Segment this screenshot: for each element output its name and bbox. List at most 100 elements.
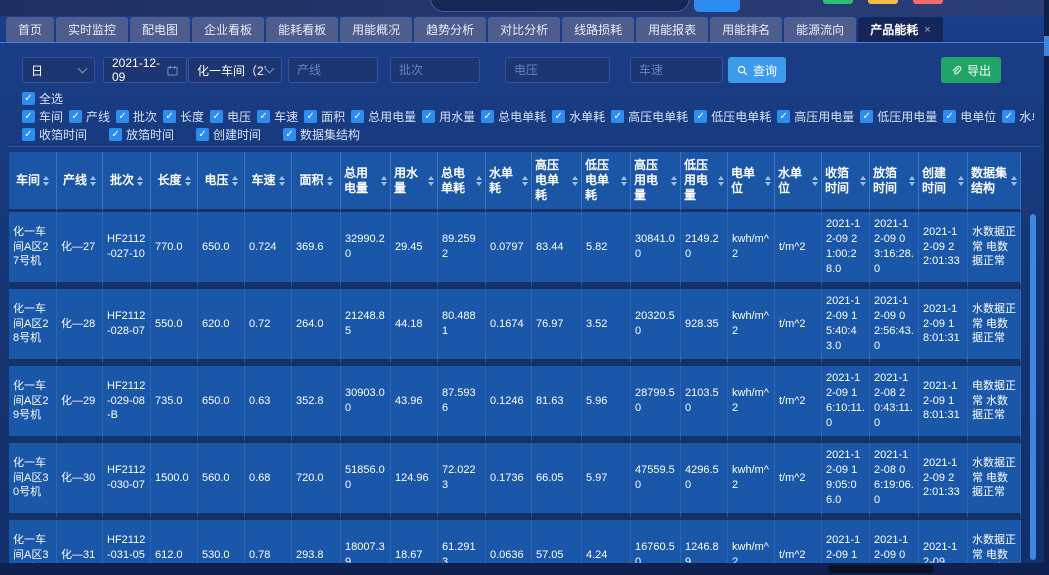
sort-icon[interactable]	[137, 176, 143, 186]
sort-icon[interactable]	[572, 176, 578, 186]
toggle-产线[interactable]: ✓产线	[69, 108, 110, 125]
toggle-总电单耗[interactable]: ✓总电单耗	[481, 108, 546, 125]
tab-用能概况[interactable]: 用能概况	[340, 17, 412, 43]
column-header-创建时间[interactable]: 创建时间	[919, 152, 968, 212]
column-header-总用电量[interactable]: 总用电量	[341, 152, 391, 212]
toggle-select-all[interactable]: ✓ 全选	[22, 90, 63, 107]
toggle-车速[interactable]: ✓车速	[257, 108, 298, 125]
toggle-低压电单耗[interactable]: ✓低压电单耗	[694, 108, 771, 125]
sort-icon[interactable]	[232, 176, 238, 186]
sort-icon[interactable]	[90, 176, 96, 186]
sort-icon[interactable]	[279, 176, 285, 186]
tab-能耗看板[interactable]: 能耗看板	[266, 17, 338, 43]
toggle-车间[interactable]: ✓车间	[22, 108, 63, 125]
toggle-高压用电量[interactable]: ✓高压用电量	[777, 108, 854, 125]
table-cell: 369.6	[292, 212, 341, 289]
column-header-收箔时间[interactable]: 收箔时间	[822, 152, 870, 212]
browser-scrollbar-thumb[interactable]	[1044, 36, 1049, 56]
tab-产品能耗[interactable]: 产品能耗×	[858, 17, 942, 43]
tab-实时监控[interactable]: 实时监控	[56, 17, 128, 43]
column-header-低压电单耗[interactable]: 低压电单耗	[582, 152, 631, 212]
toggle-创建时间[interactable]: ✓创建时间	[196, 126, 261, 143]
column-header-低压用电量[interactable]: 低压用电量	[681, 152, 728, 212]
checkbox-label: 车速	[274, 108, 298, 125]
sort-icon[interactable]	[522, 176, 528, 186]
table-cell: 4296.50	[681, 443, 728, 520]
horizontal-scrollbar-thumb[interactable]	[828, 565, 934, 573]
toggle-批次[interactable]: ✓批次	[116, 108, 157, 125]
column-header-电单位[interactable]: 电单位	[728, 152, 775, 212]
sort-icon[interactable]	[381, 176, 387, 186]
tab-label: 趋势分析	[426, 17, 474, 43]
sort-icon[interactable]	[327, 176, 333, 186]
column-header-label: 数据集结构	[971, 166, 1008, 196]
sort-icon[interactable]	[621, 176, 627, 186]
tab-能源流向[interactable]: 能源流向	[784, 17, 856, 43]
tab-趋势分析[interactable]: 趋势分析	[414, 17, 486, 43]
column-header-放箔时间[interactable]: 放箔时间	[870, 152, 919, 212]
tab-线路损耗[interactable]: 线路损耗	[562, 17, 634, 43]
column-header-水单耗[interactable]: 水单耗	[486, 152, 532, 212]
column-header-批次[interactable]: 批次	[103, 152, 151, 212]
tab-close-icon[interactable]: ×	[924, 17, 930, 43]
toggle-放箔时间[interactable]: ✓放箔时间	[109, 126, 174, 143]
column-header-产线[interactable]: 产线	[57, 152, 103, 212]
toggle-收箔时间[interactable]: ✓收箔时间	[22, 126, 87, 143]
column-header-车间[interactable]: 车间	[9, 152, 57, 212]
tab-首页[interactable]: 首页	[6, 17, 54, 43]
column-header-cell: 水单耗	[489, 166, 528, 196]
toggle-低压用电量[interactable]: ✓低压用电量	[860, 108, 937, 125]
sort-icon[interactable]	[476, 176, 482, 186]
sort-icon[interactable]	[812, 176, 818, 186]
column-header-电压[interactable]: 电压	[198, 152, 245, 212]
period-select[interactable]: 日	[22, 57, 95, 83]
column-header-长度[interactable]: 长度	[151, 152, 198, 212]
toggle-总用电量[interactable]: ✓总用电量	[351, 108, 416, 125]
date-picker[interactable]: 2021-12-09	[103, 57, 187, 83]
toggle-电压[interactable]: ✓电压	[210, 108, 251, 125]
column-header-水单位[interactable]: 水单位	[775, 152, 822, 212]
workshop-select[interactable]: 化一车间（27-6...	[188, 57, 282, 83]
sort-icon[interactable]	[958, 176, 964, 186]
sort-icon[interactable]	[765, 176, 771, 186]
checkbox-label: 总电单耗	[498, 108, 546, 125]
export-button[interactable]: 导出	[941, 57, 1001, 83]
toggle-高压电单耗[interactable]: ✓高压电单耗	[611, 108, 688, 125]
voltage-input[interactable]	[514, 63, 601, 77]
column-header-用水量[interactable]: 用水量	[391, 152, 438, 212]
sort-icon[interactable]	[428, 176, 434, 186]
tab-配电图[interactable]: 配电图	[130, 17, 190, 43]
sort-icon[interactable]	[1011, 176, 1017, 186]
sort-icon[interactable]	[43, 176, 49, 186]
vertical-scrollbar[interactable]	[1030, 214, 1036, 560]
sort-icon[interactable]	[860, 176, 866, 186]
toggle-水单位[interactable]: ✓水单位	[1002, 108, 1034, 125]
sort-icon[interactable]	[909, 176, 915, 186]
sort-icon[interactable]	[185, 176, 191, 186]
toggle-水单耗[interactable]: ✓水单耗	[552, 108, 605, 125]
address-bar-button[interactable]	[694, 0, 740, 12]
toggle-面积[interactable]: ✓面积	[304, 108, 345, 125]
tab-用能排名[interactable]: 用能排名	[710, 17, 782, 43]
column-header-数据集结构[interactable]: 数据集结构	[968, 152, 1021, 212]
address-bar[interactable]	[430, 0, 690, 12]
checkbox-label: 长度	[180, 108, 204, 125]
tab-用能报表[interactable]: 用能报表	[636, 17, 708, 43]
toggle-数据集结构[interactable]: ✓数据集结构	[283, 126, 360, 143]
tab-对比分析[interactable]: 对比分析	[488, 17, 560, 43]
toggle-长度[interactable]: ✓长度	[163, 108, 204, 125]
tab-企业看板[interactable]: 企业看板	[192, 17, 264, 43]
speed-input[interactable]	[639, 63, 714, 77]
toggle-用水量[interactable]: ✓用水量	[422, 108, 475, 125]
toggle-电单位[interactable]: ✓电单位	[943, 108, 996, 125]
sort-icon[interactable]	[718, 176, 724, 186]
line-input[interactable]	[297, 63, 369, 77]
sort-icon[interactable]	[671, 176, 677, 186]
batch-input[interactable]	[399, 63, 471, 77]
column-header-高压电单耗[interactable]: 高压电单耗	[532, 152, 582, 212]
query-button[interactable]: 查询	[728, 57, 786, 83]
column-header-高压用电量[interactable]: 高压用电量	[631, 152, 681, 212]
column-header-面积[interactable]: 面积	[292, 152, 341, 212]
column-header-总电单耗[interactable]: 总电单耗	[438, 152, 486, 212]
column-header-车速[interactable]: 车速	[245, 152, 292, 212]
